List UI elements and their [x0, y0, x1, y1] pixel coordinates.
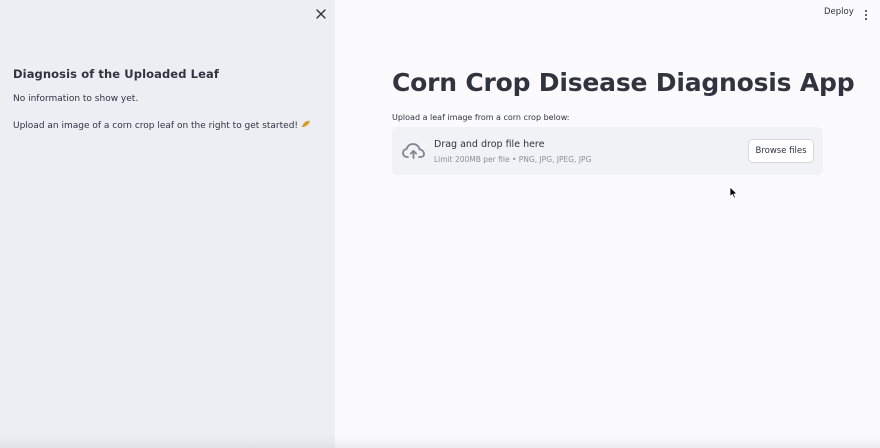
upload-hint-text: Upload an image of a corn crop leaf on t…	[13, 120, 311, 131]
streamlit-app: Diagnosis of the Uploaded Leaf No inform…	[0, 0, 880, 448]
no-info-text: No information to show yet.	[13, 94, 139, 104]
upload-hint-label: Upload an image of a corn crop leaf on t…	[13, 121, 299, 131]
page-title: Corn Crop Disease Diagnosis App	[392, 68, 855, 97]
file-dropzone[interactable]: Drag and drop file here Limit 200MB per …	[392, 127, 823, 175]
deploy-button[interactable]: Deploy	[824, 7, 854, 17]
drop-title: Drag and drop file here	[434, 139, 545, 150]
leaf-icon	[301, 120, 311, 131]
bottom-shadow	[0, 436, 880, 448]
uploader-label: Upload a leaf image from a corn crop bel…	[392, 113, 570, 122]
sidebar-heading: Diagnosis of the Uploaded Leaf	[13, 67, 219, 81]
file-limit-text: Limit 200MB per file • PNG, JPG, JPEG, J…	[434, 155, 592, 164]
more-vertical-icon[interactable]	[862, 6, 870, 20]
browse-files-button[interactable]: Browse files	[748, 139, 814, 163]
close-icon[interactable]	[312, 5, 330, 23]
mouse-cursor-icon	[729, 184, 738, 199]
sidebar: Diagnosis of the Uploaded Leaf No inform…	[0, 0, 335, 448]
cloud-upload-icon	[402, 141, 426, 161]
